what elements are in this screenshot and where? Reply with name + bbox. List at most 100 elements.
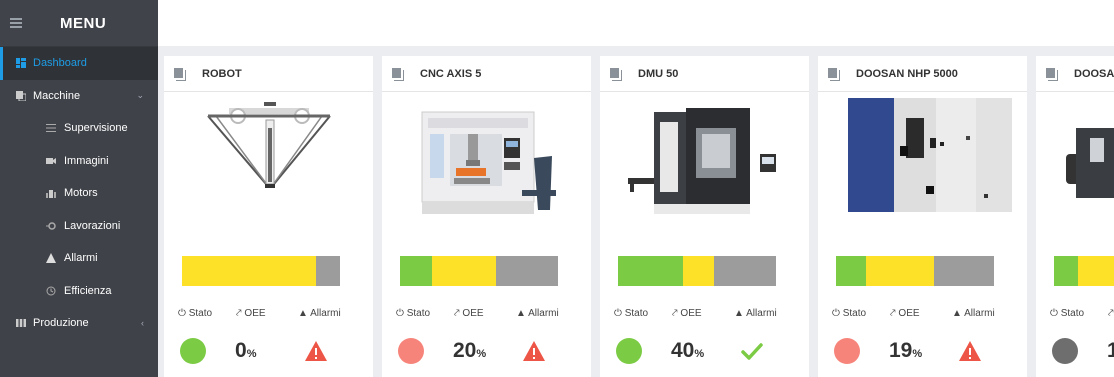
- sidebar-item-label: Lavorazioni: [64, 219, 121, 232]
- oee-bar: [182, 256, 340, 286]
- bar-segment-grey: [933, 256, 994, 286]
- oee-value: 0%: [235, 339, 257, 362]
- sidebar-item-dashboard[interactable]: Dashboard: [0, 47, 158, 80]
- power-icon: ⏻: [832, 308, 840, 319]
- bar-segment-green: [400, 256, 432, 286]
- bar-segment-yellow: [866, 256, 934, 286]
- allarmi-label: ▲ Allarmi: [516, 308, 559, 319]
- bar-segment-grey: [315, 256, 340, 286]
- copy-icon: [174, 68, 186, 81]
- machine-name: DMU 50: [638, 67, 679, 80]
- chart-line-icon: ⤤: [672, 308, 678, 319]
- warning-icon: ▲: [516, 308, 526, 319]
- machine-card[interactable]: DMU 50 ⏻ Stato ⤤ OEE ▲ Allarmi 40%: [600, 56, 809, 377]
- list-icon: [46, 124, 56, 133]
- stato-label: ⏻ Stato: [614, 308, 649, 319]
- sidebar-item-label: Dashboard: [33, 57, 87, 70]
- oee-label: ⤤ OEE: [454, 308, 484, 319]
- copy-icon: [610, 68, 622, 81]
- machine-card[interactable]: DOOSAN NHP 5000 ⏻ Stato ⤤ OEE ▲ Allarmi: [818, 56, 1027, 377]
- menu-title: MENU: [60, 14, 107, 32]
- alarm-triangle-icon[interactable]: [958, 339, 982, 363]
- card-header: ROBOT: [164, 56, 373, 92]
- state-dot: [398, 338, 424, 364]
- chart-line-icon: ⤤: [454, 308, 460, 319]
- chart-line-icon: ⤤: [890, 308, 896, 319]
- sidebar-item-allarmi[interactable]: Allarmi: [0, 242, 158, 275]
- oee-value: 19%: [889, 339, 923, 362]
- card-header: DMU 50: [600, 56, 809, 92]
- oee-label: ⤤ OEE: [890, 308, 920, 319]
- power-icon: ⏻: [396, 308, 404, 319]
- sidebar-item-immagini[interactable]: Immagini: [0, 145, 158, 178]
- machine-card[interactable]: ROBOT ⏻ Stato ⤤ OEE ▲ Allarmi 0%: [164, 56, 373, 377]
- state-dot: [180, 338, 206, 364]
- check-icon[interactable]: [740, 339, 764, 363]
- hamburger-icon[interactable]: [10, 18, 22, 28]
- card-header: DOOSAN NHP 5000: [818, 56, 1027, 92]
- camera-icon: [46, 157, 56, 164]
- power-icon: ⏻: [178, 308, 186, 319]
- sidebar-item-label: Allarmi: [64, 252, 98, 265]
- sidebar-item-supervisione[interactable]: Supervisione: [0, 112, 158, 145]
- bar-segment-grey: [714, 256, 776, 286]
- oee-value: 1: [1107, 339, 1114, 362]
- chevron-left-icon: ‹: [141, 318, 144, 329]
- bar-segment-yellow: [182, 256, 316, 286]
- machine-card[interactable]: DOOSA ⏻ Stato ⤤ OEE 1: [1036, 56, 1114, 377]
- dmu-machine-image: [628, 108, 776, 214]
- sidebar-item-label: Motors: [64, 187, 98, 200]
- copy-icon: [1046, 68, 1058, 81]
- oee-bar: [618, 256, 776, 286]
- sidebar-item-label: Supervisione: [64, 122, 128, 135]
- sidebar-item-macchine[interactable]: Macchine ⌄: [0, 80, 158, 113]
- oee-value: 20%: [453, 339, 487, 362]
- sidebar-item-label: Macchine: [33, 89, 81, 102]
- state-dot: [616, 338, 642, 364]
- sidebar-item-efficienza[interactable]: Efficienza: [0, 275, 158, 308]
- machine-name: DOOSAN NHP 5000: [856, 67, 958, 80]
- alarm-triangle-icon[interactable]: [304, 339, 328, 363]
- machine-name: CNC AXIS 5: [420, 67, 482, 80]
- bar-segment-grey: [496, 256, 558, 286]
- warning-icon: ▲: [298, 308, 308, 319]
- card-header: DOOSA: [1036, 56, 1114, 92]
- oee-bar: [400, 256, 558, 286]
- stato-label: ⏻ Stato: [178, 308, 213, 319]
- doosan-machine-image: [848, 98, 1012, 212]
- stato-label: ⏻ Stato: [1050, 308, 1085, 319]
- oee-label: ⤤ OEE: [672, 308, 702, 319]
- sidebar-item-produzione[interactable]: Produzione ‹: [0, 307, 158, 340]
- sidebar-item-lavorazioni[interactable]: Lavorazioni: [0, 210, 158, 243]
- machine-cards: ROBOT ⏻ Stato ⤤ OEE ▲ Allarmi 0% CNC AXI…: [164, 56, 1114, 377]
- sidebar: MENU Dashboard Macchine ⌄ Supervisione I…: [0, 0, 158, 377]
- doosan-machine-image: [1066, 128, 1114, 198]
- oee-bar: [1054, 256, 1114, 286]
- bar-segment-green: [1054, 256, 1078, 286]
- bar-segment-green: [618, 256, 683, 286]
- copy-icon: [392, 68, 404, 81]
- alarm-triangle-icon[interactable]: [522, 339, 546, 363]
- oee-label: ⤤ OEE: [236, 308, 266, 319]
- oee-bar: [836, 256, 994, 286]
- copy-icon: [828, 68, 840, 81]
- values-row: 19%: [832, 336, 1017, 366]
- copy-icon: [16, 90, 26, 101]
- gear-icon: [46, 222, 56, 230]
- sidebar-item-motors[interactable]: Motors: [0, 177, 158, 210]
- machine-card[interactable]: CNC AXIS 5 ⏻ Stato ⤤ OEE ▲ Allarmi 20%: [382, 56, 591, 377]
- motor-icon: [46, 190, 56, 199]
- sidebar-header: MENU: [0, 0, 158, 47]
- warning-icon: [46, 253, 56, 264]
- sidebar-item-label: Immagini: [64, 154, 109, 167]
- top-bar: [158, 0, 1114, 46]
- values-row: 40%: [614, 336, 799, 366]
- columns-icon: [16, 319, 26, 328]
- allarmi-label: ▲ Allarmi: [734, 308, 777, 319]
- power-icon: ⏻: [1050, 308, 1058, 319]
- warning-icon: ▲: [952, 308, 962, 319]
- values-row: 20%: [396, 336, 581, 366]
- card-header: CNC AXIS 5: [382, 56, 591, 92]
- power-icon: ⏻: [614, 308, 622, 319]
- oee-value: 40%: [671, 339, 705, 362]
